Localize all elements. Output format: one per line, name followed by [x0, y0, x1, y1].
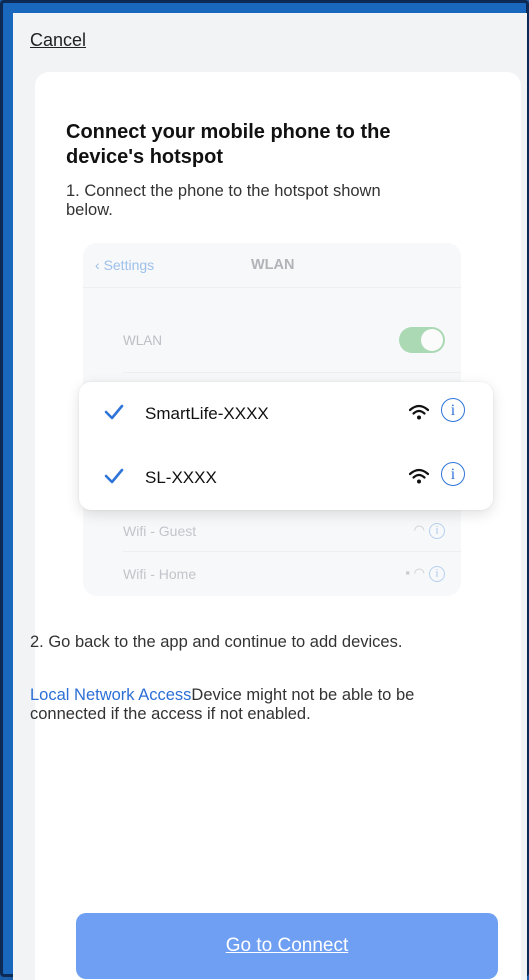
lock-icon: ▪	[405, 565, 411, 580]
network-row-icons: ◠ i	[414, 522, 445, 539]
cancel-link[interactable]: Cancel	[30, 30, 86, 51]
wlan-toggle	[399, 327, 445, 353]
local-network-note: Local Network AccessDevice might not be …	[30, 686, 430, 724]
step-1-text: 1. Connect the phone to the hotspot show…	[66, 182, 381, 219]
wlan-label: WLAN	[123, 333, 163, 348]
wifi-icon	[409, 468, 429, 484]
page-title: Connect your mobile phone to the device'…	[66, 121, 391, 168]
check-icon	[104, 468, 124, 484]
info-icon: i	[429, 523, 445, 539]
chevron-left-icon: ‹	[95, 257, 104, 273]
divider	[83, 287, 461, 288]
wifi-icon: ◠	[413, 565, 425, 580]
instructions-card: Connect your mobile phone to the device'…	[35, 72, 521, 980]
info-icon[interactable]: i	[441, 398, 465, 422]
info-icon[interactable]: i	[441, 462, 465, 486]
hotspot-ssid: SmartLife-XXXX	[145, 404, 269, 423]
hotspot-ssid: SL-XXXX	[145, 468, 217, 487]
settings-back-link: ‹ Settings	[95, 257, 155, 273]
divider	[123, 372, 461, 373]
go-to-connect-button[interactable]: Go to Connect	[76, 913, 498, 979]
network-row-icons: ▪ ◠ i	[405, 565, 445, 582]
divider	[123, 551, 461, 552]
network-row-guest: Wifi - Guest	[123, 523, 197, 539]
check-icon	[104, 404, 124, 420]
toggle-knob	[421, 329, 443, 351]
hotspot-row[interactable]: SL-XXXX i	[79, 446, 493, 510]
wifi-icon	[409, 404, 429, 420]
hotspot-row[interactable]: SmartLife-XXXX i	[79, 382, 493, 446]
network-row-home: Wifi - Home	[123, 566, 197, 582]
local-network-access-link[interactable]: Local Network Access	[30, 686, 191, 704]
app-screen: Cancel Connect your mobile phone to the …	[13, 13, 527, 980]
step-2-text: 2. Go back to the app and continue to ad…	[30, 633, 403, 651]
wifi-icon: ◠	[413, 522, 425, 537]
window-frame: Cancel Connect your mobile phone to the …	[0, 0, 529, 980]
hotspot-list-popup: SmartLife-XXXX i SL-XXXX i	[79, 382, 493, 510]
settings-header-title: WLAN	[251, 257, 295, 273]
info-icon: i	[429, 566, 445, 582]
